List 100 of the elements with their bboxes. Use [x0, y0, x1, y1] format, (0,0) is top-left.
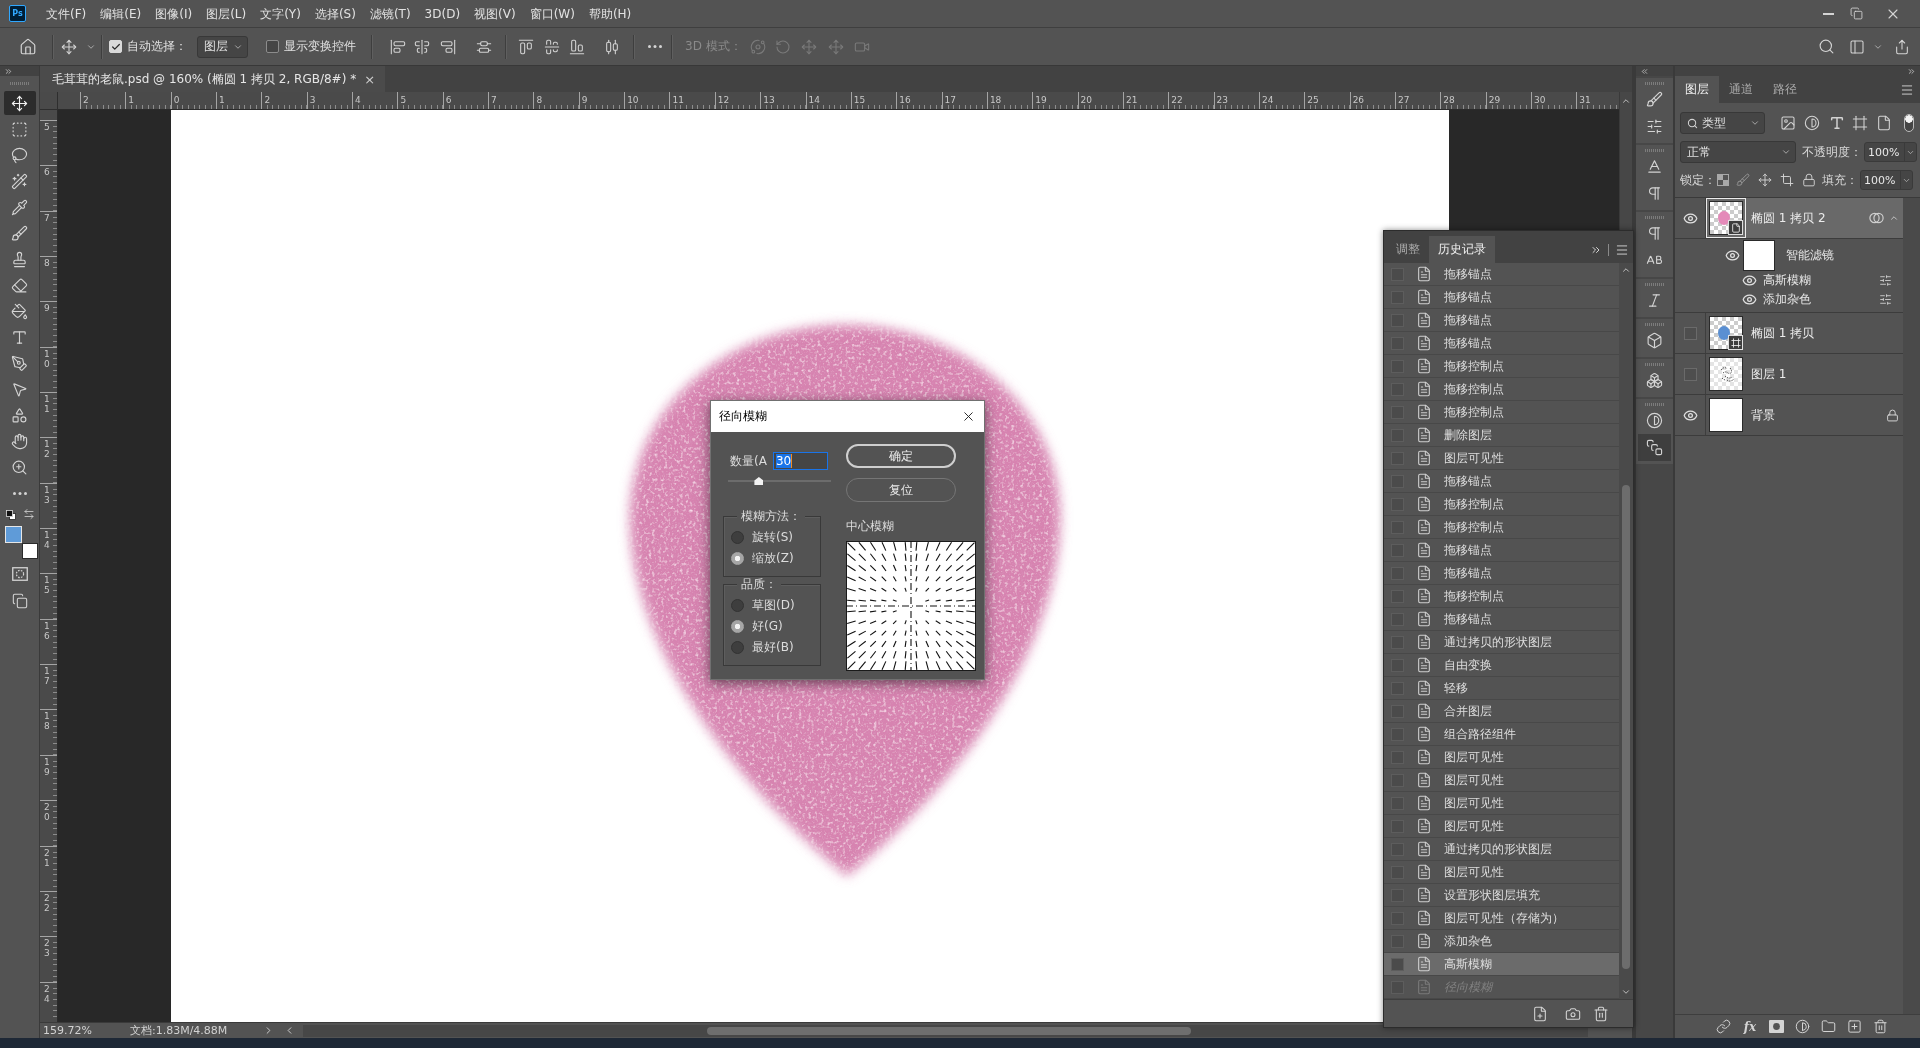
filter-toggle[interactable] [1904, 114, 1914, 132]
lock-icon[interactable] [1886, 408, 1899, 422]
menu-item[interactable]: 文件(F) [39, 1, 94, 26]
history-state[interactable]: 图层可见性 [1384, 792, 1619, 815]
history-scrollbar[interactable] [1619, 263, 1633, 999]
scrollbar-thumb[interactable] [707, 1026, 1192, 1035]
frame-icon[interactable] [1852, 115, 1868, 131]
radio-option[interactable]: 缩放(Z) [724, 548, 820, 569]
radio-option[interactable]: 草图(D) [724, 595, 820, 616]
grip-handle[interactable] [1644, 214, 1665, 220]
workspace-icon[interactable] [1849, 38, 1865, 55]
menu-item[interactable]: 选择(S) [307, 1, 363, 26]
history-state[interactable]: 自由变换 [1384, 654, 1619, 677]
file-icon[interactable] [1876, 115, 1892, 131]
radio-button[interactable] [731, 641, 744, 654]
distribute-icon[interactable] [476, 38, 492, 55]
eye-icon[interactable] [1725, 247, 1740, 263]
menu-item[interactable]: 滤镜(T) [362, 1, 418, 26]
slider-thumb[interactable] [754, 477, 764, 485]
foreground-color-swatch[interactable] [4, 526, 22, 543]
pilcrow-icon[interactable] [1646, 185, 1663, 202]
contrast-icon[interactable] [1795, 1019, 1810, 1034]
history-state[interactable]: 拖移锚点 [1384, 332, 1619, 355]
history-state[interactable]: 设置形状图层填充 [1384, 884, 1619, 907]
history-state[interactable]: 图层可见性（存储为） [1384, 907, 1619, 930]
cubes-icon[interactable] [1646, 372, 1663, 389]
cube-icon[interactable] [1646, 332, 1663, 349]
history-state[interactable]: 拖移控制点 [1384, 355, 1619, 378]
close-icon[interactable] [961, 409, 976, 424]
history-state[interactable]: 图层可见性 [1384, 746, 1619, 769]
history-state[interactable]: 拖移锚点 [1384, 309, 1619, 332]
trash-icon[interactable] [1593, 1005, 1609, 1022]
eye-icon[interactable] [1682, 407, 1698, 423]
folder-icon[interactable] [1821, 1019, 1836, 1034]
grip-handle[interactable] [1644, 321, 1665, 327]
history-state[interactable]: 拖移控制点 [1384, 516, 1619, 539]
blend-mode-dropdown[interactable]: 正常 [1680, 141, 1796, 163]
move-tool[interactable] [3, 91, 36, 115]
search-icon[interactable] [1818, 38, 1835, 55]
chevron-up-icon[interactable] [1621, 96, 1631, 106]
menu-item[interactable]: 3D(D) [417, 1, 468, 26]
grip-handle[interactable] [1644, 147, 1665, 153]
history-state[interactable]: 删除图层 [1384, 424, 1619, 447]
camera-icon[interactable] [1565, 1005, 1581, 1022]
trash-icon[interactable] [1873, 1019, 1888, 1034]
grip-handle[interactable] [1644, 401, 1665, 407]
menu-icon[interactable] [1615, 242, 1629, 257]
layer-row[interactable]: 背景 [1675, 395, 1903, 436]
radio-button[interactable] [731, 552, 744, 565]
history-state[interactable]: 图层可见性 [1384, 861, 1619, 884]
visibility-checkbox[interactable] [1683, 326, 1697, 340]
layer-row[interactable]: 椭圆 1 拷贝 [1675, 313, 1903, 354]
document-tab[interactable]: 毛茸茸的老鼠.psd @ 160% (椭圆 1 拷贝 2, RGB/8#) * × [40, 66, 386, 92]
eye-icon[interactable] [1742, 292, 1757, 307]
menu-item[interactable]: 窗口(W) [522, 1, 582, 26]
background-color-swatch[interactable] [21, 543, 38, 559]
radio-button[interactable] [731, 599, 744, 612]
chevron-down-icon[interactable] [1621, 987, 1631, 997]
history-state[interactable]: 拖移锚点 [1384, 562, 1619, 585]
history-state[interactable]: 高斯模糊 [1384, 953, 1619, 976]
history-state[interactable]: 图层可见性 [1384, 815, 1619, 838]
italic-icon[interactable] [1646, 292, 1663, 309]
contrast-icon[interactable] [1646, 412, 1663, 429]
history-state[interactable]: 图层可见性 [1384, 447, 1619, 470]
layer-row[interactable]: 图层 1 [1675, 354, 1903, 395]
share-icon[interactable] [1894, 38, 1910, 55]
brush-icon[interactable] [1736, 173, 1750, 187]
radio-option[interactable]: 最好(B) [724, 637, 820, 658]
history-state[interactable]: 通过拷贝的形状图层 [1384, 838, 1619, 861]
align-middle-icon[interactable] [544, 38, 560, 55]
snapshot-source-checkbox[interactable] [1391, 957, 1404, 971]
history-state[interactable]: 拖移锚点 [1384, 608, 1619, 631]
menu-item[interactable]: 帮助(H) [581, 1, 639, 26]
opacity-field[interactable]: 100% [1864, 142, 1917, 162]
stacked-squares-icon[interactable] [1646, 439, 1663, 456]
layer-row[interactable]: 椭圆 1 拷贝 2 [1675, 198, 1903, 239]
layer-filter-dropdown[interactable]: 类型 [1680, 112, 1765, 134]
eye-icon[interactable] [1682, 210, 1698, 226]
eye-icon[interactable] [1742, 273, 1757, 288]
letter-a-icon[interactable] [1646, 158, 1663, 175]
history-state[interactable]: 组合路径组件 [1384, 723, 1619, 746]
align-right-icon[interactable] [440, 38, 456, 55]
auto-select-option[interactable]: 自动选择： [109, 38, 187, 55]
align-top-icon[interactable] [518, 38, 534, 55]
link-icon[interactable] [1716, 1019, 1731, 1034]
layers-scrollbar[interactable] [1903, 198, 1920, 1014]
double-chevron-icon[interactable] [1907, 66, 1916, 76]
panel-tab[interactable]: 路径 [1763, 76, 1807, 103]
sliders-icon[interactable] [1646, 118, 1663, 135]
caret-up-icon[interactable] [1889, 213, 1899, 223]
history-state[interactable]: 拖移控制点 [1384, 378, 1619, 401]
panel-tab[interactable]: 调整 [1387, 236, 1429, 263]
distribute-icon[interactable] [604, 38, 620, 55]
history-state[interactable]: 图层可见性 [1384, 769, 1619, 792]
filter-options-icon[interactable] [1879, 293, 1892, 306]
double-chevron-icon[interactable] [4, 66, 13, 76]
close-tab-button[interactable]: × [364, 71, 376, 87]
checkbox[interactable] [266, 40, 279, 53]
zoom-blur-preview-drawing[interactable] [846, 541, 976, 671]
new-layer-icon[interactable] [1847, 1019, 1862, 1034]
